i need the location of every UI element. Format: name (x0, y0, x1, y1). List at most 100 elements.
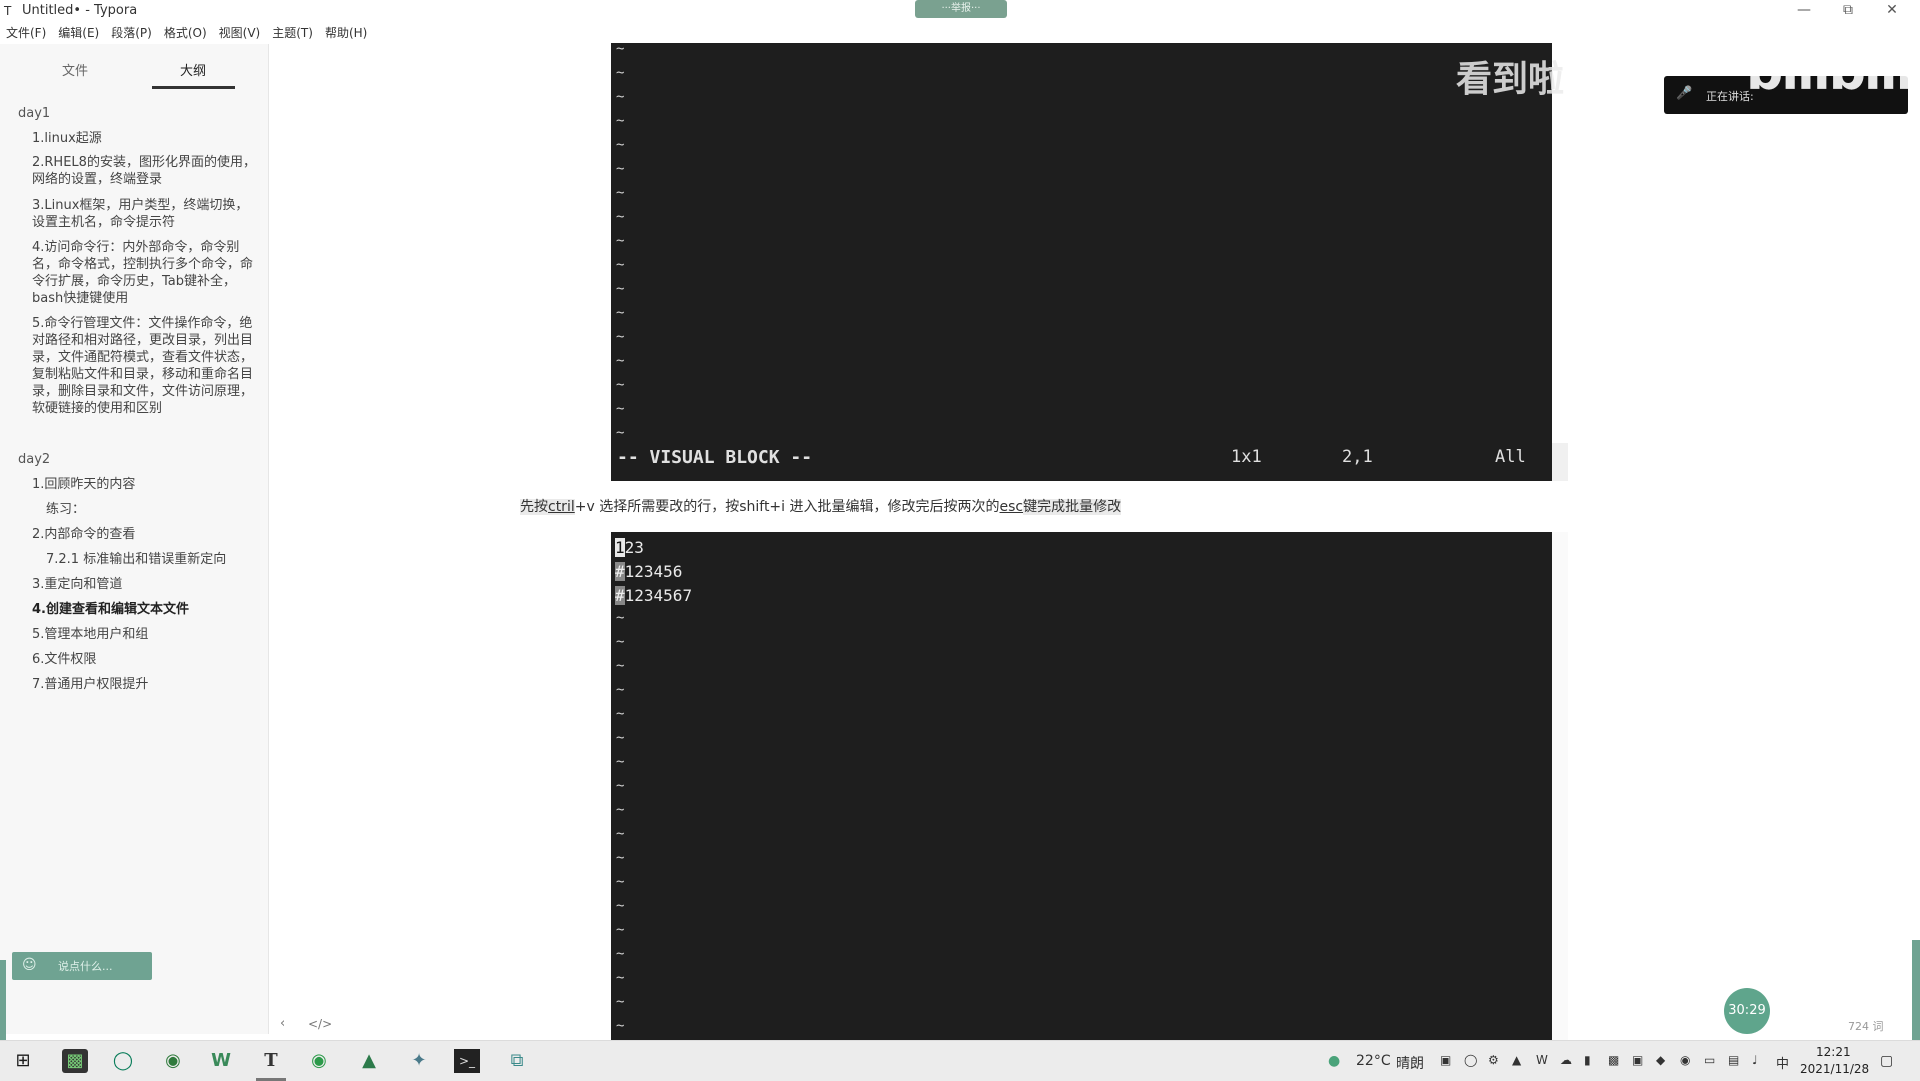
menu-view[interactable]: 视图(V) (213, 22, 267, 44)
tray-app-icon[interactable]: ▩ (1608, 1053, 1619, 1067)
instr-key: ctril (548, 499, 575, 515)
outline-item[interactable]: 5.命令行管理文件：文件操作命令，绝对路径和相对路径，更改目录，列出目录，文件通… (32, 315, 257, 417)
empty-line-marker: ~ (616, 161, 625, 177)
tray-app-icon[interactable]: ◉ (1680, 1053, 1690, 1067)
clock-date[interactable]: 2021/11/28 (1800, 1062, 1869, 1076)
outline-item[interactable]: 3.重定向和管道 (32, 576, 257, 593)
title-bar: T Untitled• - Typora ···举报··· — ⧉ ✕ (0, 0, 1920, 22)
multitask-icon[interactable]: ⧉ (504, 1049, 530, 1073)
comment-placeholder: 说点什么... (58, 960, 113, 973)
notice-pill[interactable]: ···举报··· (915, 0, 1007, 18)
minimize-icon[interactable]: — (1784, 0, 1824, 22)
volume-icon[interactable]: ♩ (1752, 1053, 1758, 1067)
outline-item[interactable]: 1.linux起源 (32, 130, 257, 147)
battery-icon[interactable]: ▭ (1704, 1053, 1715, 1067)
clock-time[interactable]: 12:21 (1816, 1045, 1851, 1059)
instr-text: 进入批量编辑，修改完后按两次的 (785, 499, 1000, 515)
empty-line-marker: ~ (616, 281, 625, 297)
ime-indicator[interactable]: 中 (1776, 1053, 1789, 1072)
outline-item[interactable]: 2.内部命令的查看 (32, 526, 257, 543)
outline-item[interactable]: 7.普通用户权限提升 (32, 676, 257, 693)
collapse-sidebar-icon[interactable]: ‹ (280, 1016, 285, 1031)
menu-bar: 文件(F) 编辑(E) 段落(P) 格式(O) 视图(V) 主题(T) 帮助(H… (0, 22, 1920, 44)
menu-format[interactable]: 格式(O) (158, 22, 213, 44)
tab-files[interactable]: 文件 (62, 60, 88, 79)
empty-line-marker: ~ (616, 89, 625, 105)
vim-terminal-screenshot-bottom: 123 #123456 #1234567 ~ ~ ~ ~ ~ ~ ~ ~ ~ ~… (611, 532, 1568, 1040)
chrome-icon[interactable]: ◉ (160, 1049, 186, 1073)
menu-theme[interactable]: 主题(T) (266, 22, 319, 44)
empty-line-marker: ~ (616, 425, 625, 441)
comment-input[interactable]: ☺ 说点什么... (12, 952, 152, 980)
menu-edit[interactable]: 编辑(E) (52, 22, 105, 44)
outline-item[interactable]: 7.2.1 标准输出和错误重新定向 (46, 551, 271, 568)
empty-line-marker: ~ (616, 994, 625, 1010)
empty-line-marker: ~ (616, 898, 625, 914)
windows-start-icon[interactable]: ⊞ (10, 1049, 36, 1073)
outline-item[interactable]: 2.RHEL8的安装，图形化界面的使用，网络的设置，终端登录 (32, 154, 257, 188)
tab-outline[interactable]: 大纲 (180, 60, 206, 79)
scrollbar[interactable] (1552, 532, 1568, 1040)
outline-item[interactable]: 6.文件权限 (32, 651, 257, 668)
empty-line-marker: ~ (616, 778, 625, 794)
file-line: 123 (615, 538, 644, 557)
instr-key: esc (999, 499, 1024, 515)
outline-item[interactable]: day2 (18, 451, 243, 468)
terminal-icon[interactable]: >_ (454, 1049, 480, 1073)
sidebar: 文件 大纲 day1 1.linux起源 2.RHEL8的安装，图形化界面的使用… (0, 44, 269, 1034)
close-icon[interactable]: ✕ (1872, 0, 1912, 22)
wps-icon[interactable]: W (208, 1049, 234, 1073)
empty-line-marker: ~ (616, 257, 625, 273)
outline-item[interactable]: 1.回顾昨天的内容 (32, 476, 257, 493)
scrollbar[interactable] (1552, 443, 1568, 481)
danmaku-comment: 看到啦 (1456, 59, 1565, 100)
microphone-tray-icon[interactable]: ▮ (1584, 1053, 1591, 1067)
menu-help[interactable]: 帮助(H) (319, 22, 373, 44)
tray-app-icon[interactable]: W (1536, 1053, 1548, 1067)
weather-temp[interactable]: 22°C (1356, 1053, 1391, 1069)
source-code-mode-icon[interactable]: </> (308, 1017, 332, 1031)
empty-line-marker: ~ (616, 682, 625, 698)
outline-item[interactable]: 3.Linux框架，用户类型，终端切换，设置主机名，命令提示符 (32, 197, 257, 231)
typora-icon[interactable]: T (258, 1049, 284, 1073)
tray-app-icon[interactable]: ⚙ (1488, 1053, 1499, 1067)
notification-icon[interactable]: ▢ (1880, 1053, 1893, 1069)
outline-item-active[interactable]: 4.创建查看和编辑文本文件 (32, 601, 257, 618)
wechat-icon[interactable]: ◉ (306, 1049, 332, 1073)
recording-timer[interactable]: 30:29 (1724, 988, 1770, 1034)
empty-line-marker: ~ (616, 377, 625, 393)
weather-text[interactable]: 晴朗 (1396, 1053, 1424, 1073)
photos-icon[interactable]: ▲ (356, 1049, 382, 1073)
tray-app-icon[interactable]: ◯ (1464, 1053, 1477, 1067)
empty-line-marker: ~ (616, 658, 625, 674)
bird-app-icon[interactable]: ✦ (406, 1049, 432, 1073)
outline-item[interactable]: 5.管理本地用户和组 (32, 626, 257, 643)
app-icon-notes[interactable]: ▩ (62, 1049, 88, 1073)
edge-accent (0, 960, 6, 1040)
tray-app-icon[interactable]: ▲ (1512, 1053, 1521, 1067)
shield-icon[interactable]: ◆ (1656, 1053, 1665, 1067)
restore-icon[interactable]: ⧉ (1828, 0, 1868, 22)
empty-line-marker: ~ (616, 850, 625, 866)
empty-line-marker: ~ (616, 922, 625, 938)
line-text: 1234567 (624, 586, 693, 605)
word-count[interactable]: 724 词 (1848, 1018, 1884, 1034)
empty-line-marker: ~ (616, 826, 625, 842)
tray-app-icon[interactable]: ▣ (1440, 1053, 1451, 1067)
outline-item[interactable]: day1 (18, 105, 243, 122)
menu-file[interactable]: 文件(F) (0, 22, 52, 44)
empty-line-marker: ~ (616, 970, 625, 986)
menu-paragraph[interactable]: 段落(P) (105, 22, 158, 44)
outline-item[interactable]: 4.访问命令行：内外部命令，命令别名，命令格式，控制执行多个命令，命令行扩展，命… (32, 239, 257, 307)
empty-line-marker: ~ (616, 802, 625, 818)
instruction-paragraph[interactable]: 先按ctril+v 选择所需要改的行，按shift+i 进入批量编辑，修改完后按… (520, 496, 1122, 516)
tray-app-icon[interactable]: ▣ (1632, 1053, 1643, 1067)
edge-browser-icon[interactable]: ◯ (110, 1049, 136, 1073)
outline-item[interactable]: 练习： (46, 501, 271, 518)
network-icon[interactable]: ▤ (1728, 1053, 1739, 1067)
typora-app-icon: T (4, 4, 12, 18)
vim-mode-indicator: -- VISUAL BLOCK -- (617, 447, 813, 468)
tray-app-icon[interactable]: ☁ (1560, 1053, 1572, 1067)
instr-key: shift+i (739, 499, 786, 515)
selected-cell: # (615, 562, 625, 581)
